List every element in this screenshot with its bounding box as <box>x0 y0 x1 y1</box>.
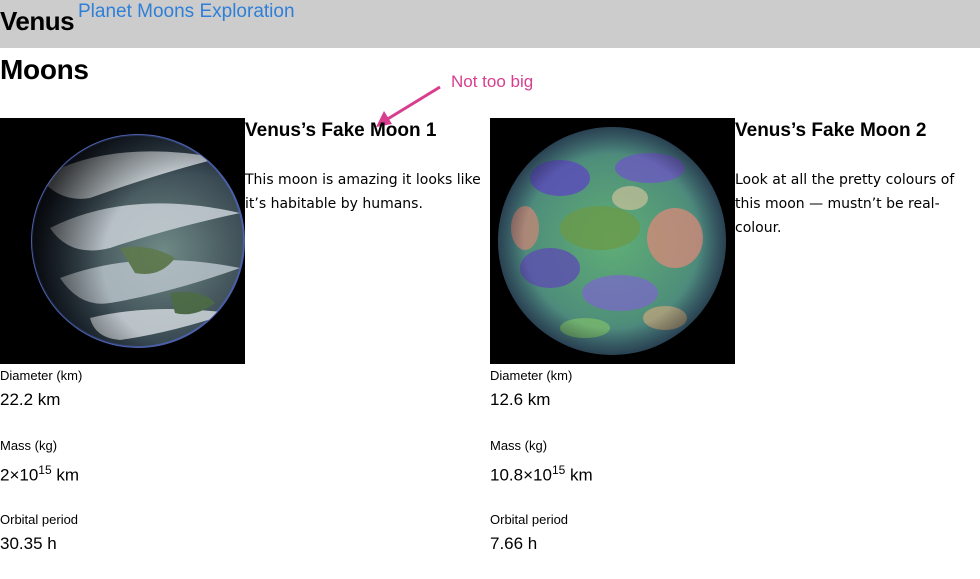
mass-label: Mass (kg) <box>0 438 58 453</box>
moon-name-1: Venus’s Fake Moon 1 <box>245 120 437 141</box>
moon-description-2: Look at all the pretty colours of this m… <box>735 172 955 236</box>
moon-photo-2 <box>490 118 735 364</box>
diameter-label: Diameter (km) <box>490 368 573 383</box>
orbital-period-label: Orbital period <box>0 512 79 527</box>
mass-value: 2×1015 km <box>0 463 80 485</box>
orbital-period-value: 7.66 h <box>490 534 538 553</box>
orbital-period-value: 30.35 h <box>0 534 57 553</box>
moon-description-1: This moon is amazing it looks like it’s … <box>245 172 481 212</box>
moon-name-2: Venus’s Fake Moon 2 <box>735 120 927 141</box>
diameter-label: Diameter (km) <box>0 368 83 383</box>
diameter-value: 12.6 km <box>490 390 551 409</box>
orbital-period-label: Orbital period <box>490 512 569 527</box>
mass-label: Mass (kg) <box>490 438 548 453</box>
diameter-value: 22.2 km <box>0 390 61 409</box>
moon-photo-1 <box>0 118 245 364</box>
mass-value: 10.8×1015 km <box>490 463 593 485</box>
